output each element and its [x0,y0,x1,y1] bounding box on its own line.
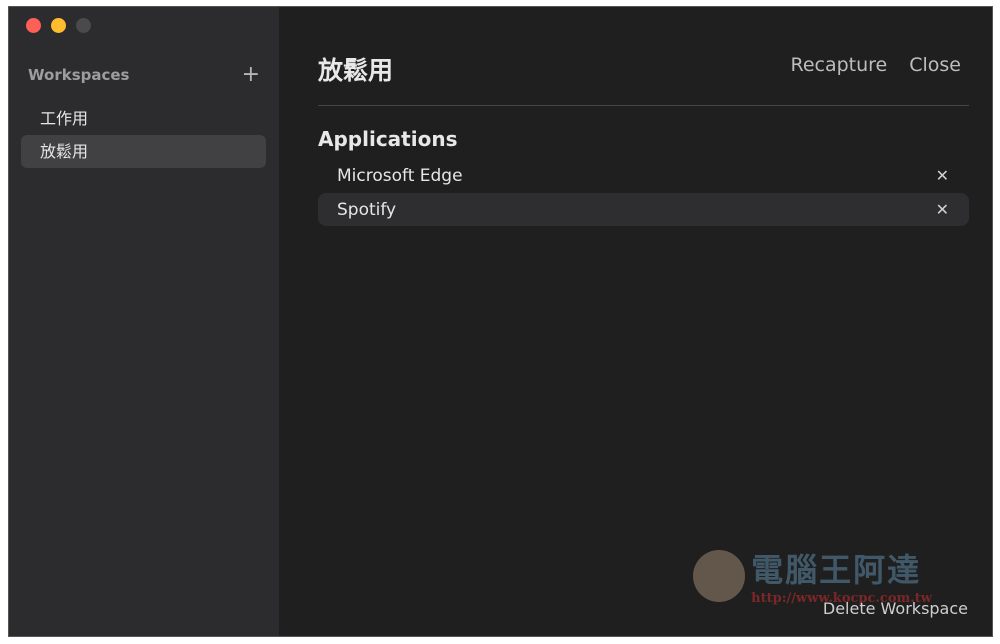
app-row[interactable]: Spotify ✕ [318,193,969,226]
app-window: Workspaces + 工作用 放鬆用 放鬆用 Recapture Close… [8,6,993,637]
recapture-button[interactable]: Recapture [790,54,887,76]
workspace-detail: 放鬆用 Recapture Close Applications Microso… [279,7,992,636]
workspace-item[interactable]: 工作用 [21,102,266,135]
app-name: Spotify [337,199,397,220]
header-actions: Recapture Close [790,54,961,76]
divider [318,105,969,106]
app-row[interactable]: Microsoft Edge ✕ [318,159,969,192]
delete-workspace-button[interactable]: Delete Workspace [823,599,968,618]
zoom-window-button[interactable] [76,18,91,33]
workspaces-header: Workspaces + [28,64,260,86]
minimize-window-button[interactable] [51,18,66,33]
applications-list: Microsoft Edge ✕ Spotify ✕ [318,159,969,227]
workspace-list: 工作用 放鬆用 [21,102,266,168]
remove-icon[interactable]: ✕ [936,166,949,185]
applications-heading: Applications [318,127,458,151]
close-window-button[interactable] [26,18,41,33]
page-title: 放鬆用 [318,56,394,85]
remove-icon[interactable]: ✕ [936,200,949,219]
watermark-name: 電腦王阿達 [751,551,922,589]
workspaces-title: Workspaces [28,66,130,84]
mascot-face-icon [693,549,746,602]
watermark-logo: 電腦王阿達 http://www.kocpc.com.tw [693,545,932,606]
close-button[interactable]: Close [909,54,961,76]
traffic-lights [26,18,91,33]
workspace-item-selected[interactable]: 放鬆用 [21,135,266,168]
app-name: Microsoft Edge [337,165,463,186]
add-workspace-button[interactable]: + [242,64,260,86]
sidebar: Workspaces + 工作用 放鬆用 [9,7,279,636]
